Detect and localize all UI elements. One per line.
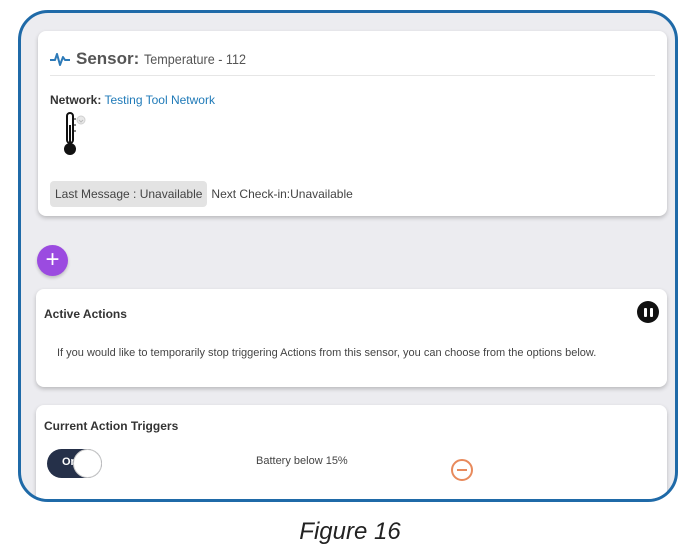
next-checkin-text: Next Check-in:Unavailable xyxy=(211,187,353,201)
network-label: Network: xyxy=(50,93,102,107)
figure-caption: Figure 16 xyxy=(299,518,401,545)
sensor-name: Temperature - 112 xyxy=(144,51,247,67)
trigger-toggle[interactable]: On xyxy=(47,449,102,478)
network-link[interactable]: Testing Tool Network xyxy=(104,93,215,107)
action-triggers-title: Current Action Triggers xyxy=(44,419,179,433)
sensor-header: Sensor: Temperature - 112 xyxy=(50,43,655,76)
sensor-card: Sensor: Temperature - 112 Network: Testi… xyxy=(38,31,667,216)
thermometer-icon xyxy=(64,112,86,155)
active-actions-card: Active Actions If you would like to temp… xyxy=(36,289,667,387)
pulse-icon xyxy=(50,53,70,66)
active-actions-description: If you would like to temporarily stop tr… xyxy=(57,347,597,359)
sensor-title: Sensor: xyxy=(76,49,140,68)
last-message-badge: Last Message : Unavailable xyxy=(50,181,208,207)
add-action-button[interactable]: + xyxy=(37,245,68,276)
remove-trigger-button[interactable] xyxy=(451,459,473,481)
toggle-knob xyxy=(73,449,102,478)
network-row: Network: Testing Tool Network xyxy=(50,93,215,107)
app-frame: Sensor: Temperature - 112 Network: Testi… xyxy=(18,10,678,502)
minus-icon xyxy=(457,469,467,471)
pause-icon-bar xyxy=(649,307,653,317)
pause-button[interactable] xyxy=(637,301,659,323)
pause-icon-bar xyxy=(643,307,647,317)
active-actions-title: Active Actions xyxy=(44,307,127,321)
action-triggers-card: Current Action Triggers On Battery below… xyxy=(36,405,667,499)
status-row: Last Message : Unavailable Next Check-in… xyxy=(50,181,353,207)
trigger-description: Battery below 15% xyxy=(256,455,348,467)
